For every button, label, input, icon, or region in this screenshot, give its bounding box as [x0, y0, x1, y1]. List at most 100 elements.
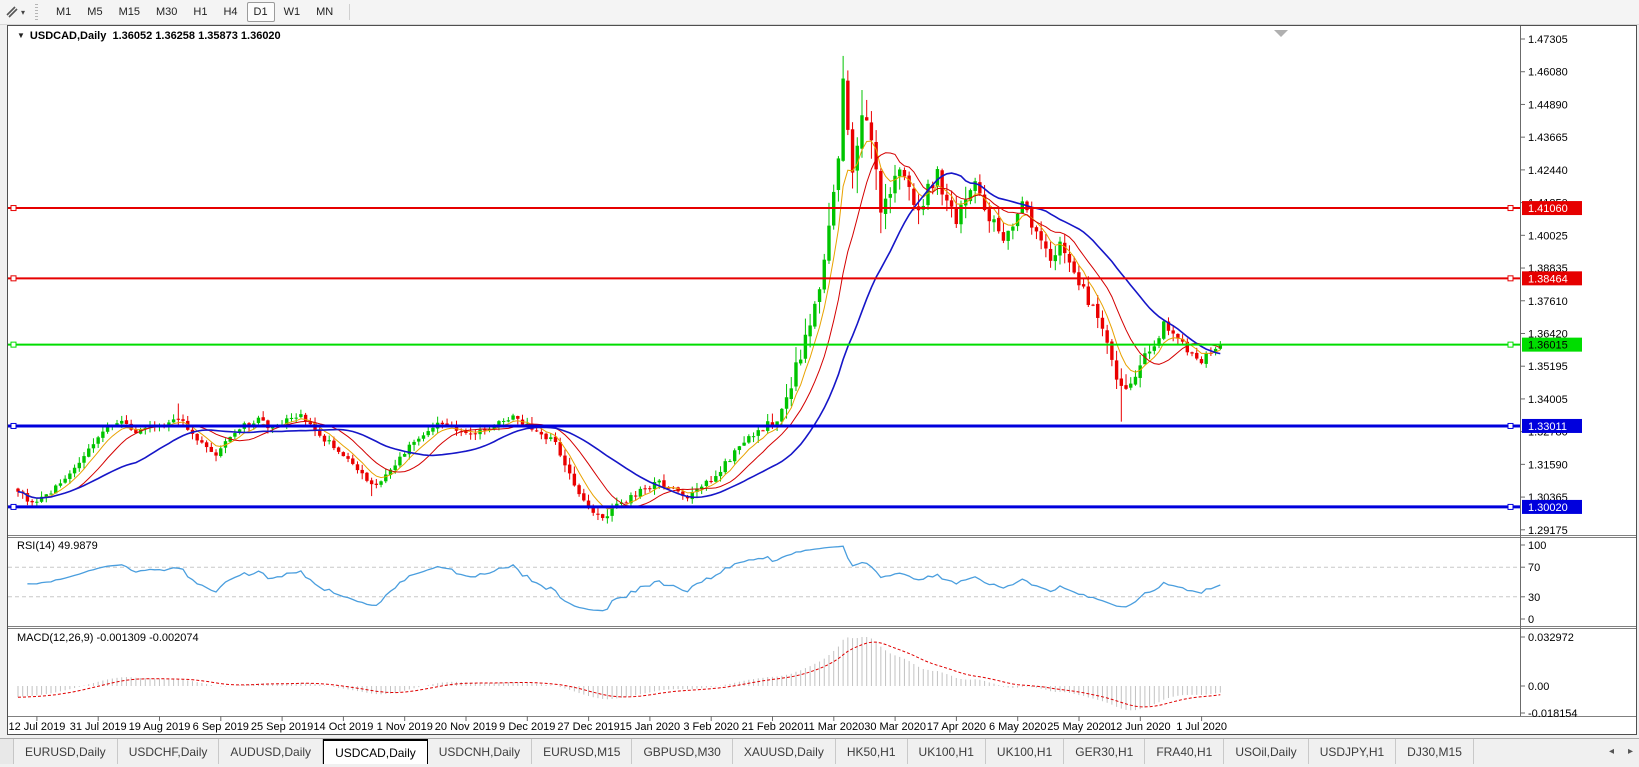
time-axis-label: 3 Feb 2020	[683, 721, 739, 733]
price-tick-label: 1.34005	[1528, 394, 1568, 406]
price-tag-label: 1.38464	[1528, 273, 1568, 285]
timeframe-button-m5[interactable]: M5	[80, 2, 109, 22]
time-axis-label: 15 Jan 2020	[620, 721, 681, 733]
hline-handle[interactable]	[1507, 275, 1514, 282]
time-axis-label: 21 Feb 2020	[742, 721, 804, 733]
tab-hk50-h1[interactable]: HK50,H1	[836, 739, 908, 764]
price-tick-label: 1.35195	[1528, 361, 1568, 373]
ma-fast-line	[17, 140, 1221, 510]
tab-uk100-h1[interactable]: UK100,H1	[986, 739, 1065, 764]
top-toolbar: ▾ M1 M5 M15 M30 H1 H4 D1 W1 MN	[0, 0, 1639, 25]
rsi-pane: 100 70 30 0	[8, 540, 1546, 626]
tabs-scroll-left-icon[interactable]: ◂	[1609, 746, 1614, 757]
macd-tick-label: 0.00	[1528, 681, 1549, 693]
price-tag-label: 1.41060	[1528, 203, 1568, 215]
macd-pane: 0.032972 0.00 -0.018154	[17, 632, 1578, 720]
timeframe-button-h1[interactable]: H1	[186, 2, 214, 22]
time-axis-label: 6 May 2020	[989, 721, 1046, 733]
rsi-tick-label: 70	[1528, 562, 1540, 574]
tab-dj30-m15[interactable]: DJ30,M15	[1396, 739, 1474, 764]
time-axis-label: 6 Sep 2019	[193, 721, 249, 733]
hline-1.38464[interactable]	[8, 275, 1520, 282]
price-axis: 1.473051.460801.448901.436651.424401.412…	[1520, 34, 1582, 537]
time-axis-label: 30 Mar 2020	[864, 721, 926, 733]
rsi-tick-label: 0	[1528, 614, 1534, 626]
tab-uk100-h1[interactable]: UK100,H1	[908, 739, 986, 764]
timeframe-button-m30[interactable]: M30	[149, 2, 184, 22]
hline-handle[interactable]	[1507, 503, 1514, 510]
tab-xauusd-daily[interactable]: XAUUSD,Daily	[733, 739, 836, 764]
time-axis-label: 20 Nov 2019	[435, 721, 497, 733]
price-tick-label: 1.42440	[1528, 165, 1568, 177]
time-axis-label: 12 Jun 2020	[1110, 721, 1171, 733]
time-axis-label: 11 Mar 2020	[803, 721, 864, 733]
price-tick-label: 1.44890	[1528, 99, 1568, 111]
hline-1.33011[interactable]	[8, 422, 1520, 429]
time-axis-label: 14 Oct 2019	[313, 721, 373, 733]
price-tick-label: 1.40025	[1528, 230, 1568, 242]
tab-usoil-daily[interactable]: USOil,Daily	[1224, 739, 1309, 764]
price-tag-1.36015: 1.36015	[1522, 337, 1582, 352]
time-axis-label: 17 Apr 2020	[927, 721, 986, 733]
price-tag-label: 1.33011	[1528, 421, 1567, 433]
hline-1.36015[interactable]	[8, 341, 1520, 348]
price-tick-label: 1.47305	[1528, 34, 1568, 46]
tabbar-arrows: ◂ ▸	[1598, 739, 1633, 764]
macd-histogram	[17, 637, 1221, 711]
toolbar-separator	[349, 4, 351, 20]
tabbar-spacer	[0, 739, 14, 764]
chart-tool-icon[interactable]	[3, 3, 21, 21]
tab-eurusd-m15[interactable]: EURUSD,M15	[532, 739, 633, 764]
pane-frames	[8, 26, 1636, 717]
rsi-tick-label: 30	[1528, 592, 1540, 604]
hline-handle[interactable]	[10, 503, 17, 510]
hline-1.41060[interactable]	[8, 205, 1520, 212]
time-axis-label: 9 Dec 2019	[499, 721, 555, 733]
hline-handle[interactable]	[10, 341, 17, 348]
tab-eurusd-daily[interactable]: EURUSD,Daily	[14, 739, 118, 764]
toolbar-grip[interactable]	[35, 4, 39, 20]
chart-window: 1.473051.460801.448901.436651.424401.412…	[7, 25, 1637, 735]
time-axis: 12 Jul 2019 31 Jul 2019 19 Aug 2019 6 Sep 2…	[8, 716, 1227, 733]
timeframe-buttons: M1 M5 M15 M30 H1 H4 D1 W1 MN	[48, 2, 341, 22]
tab-usdchf-daily[interactable]: USDCHF,Daily	[118, 739, 220, 764]
hline-handle[interactable]	[10, 205, 17, 212]
rsi-line	[27, 545, 1221, 612]
rsi-tick-label: 100	[1528, 540, 1546, 552]
tab-usdjpy-h1[interactable]: USDJPY,H1	[1309, 739, 1397, 764]
timeframe-button-w1[interactable]: W1	[277, 2, 308, 22]
price-tick-label: 1.37610	[1528, 296, 1568, 308]
chart-tool-caret-icon[interactable]: ▾	[21, 8, 25, 17]
timeframe-button-mn[interactable]: MN	[309, 2, 340, 22]
tab-ger30-h1[interactable]: GER30,H1	[1064, 739, 1146, 764]
price-tick-label: 1.31590	[1528, 459, 1568, 471]
price-tag-label: 1.36015	[1528, 340, 1568, 352]
hline-handle[interactable]	[1507, 422, 1514, 429]
price-tag-1.41060: 1.41060	[1522, 201, 1582, 216]
hline-handle[interactable]	[1507, 341, 1514, 348]
price-chart[interactable]: 1.473051.460801.448901.436651.424401.412…	[8, 26, 1636, 734]
tabs-scroll-right-icon[interactable]: ▸	[1628, 746, 1633, 757]
price-tag-label: 1.30020	[1528, 502, 1568, 514]
timeframe-button-d1[interactable]: D1	[246, 2, 275, 22]
time-axis-label: 25 Sep 2019	[251, 721, 313, 733]
price-tick-label: 1.46080	[1528, 67, 1568, 79]
hline-handle[interactable]	[10, 275, 17, 282]
tab-fra40-h1[interactable]: FRA40,H1	[1145, 739, 1225, 764]
tab-gbpusd-m30[interactable]: GBPUSD,M30	[632, 739, 733, 764]
hline-1.30020[interactable]	[8, 503, 1520, 510]
hline-handle[interactable]	[10, 422, 17, 429]
price-tick-label: 1.29175	[1528, 525, 1568, 537]
hline-handle[interactable]	[1507, 205, 1514, 212]
time-axis-label: 1 Nov 2019	[377, 721, 433, 733]
time-axis-label: 25 May 2020	[1047, 721, 1111, 733]
tab-usdcnh-daily[interactable]: USDCNH,Daily	[428, 739, 533, 764]
timeframe-button-m15[interactable]: M15	[112, 2, 147, 22]
timeframe-button-m1[interactable]: M1	[49, 2, 78, 22]
tab-audusd-daily[interactable]: AUDUSD,Daily	[219, 739, 324, 764]
chart-shift-marker-icon[interactable]	[1274, 30, 1288, 37]
horizontal-lines[interactable]	[8, 205, 1520, 510]
timeframe-button-h4[interactable]: H4	[216, 2, 244, 22]
ma-mid-line	[17, 152, 1221, 508]
tab-usdcad-daily[interactable]: USDCAD,Daily	[323, 739, 428, 764]
